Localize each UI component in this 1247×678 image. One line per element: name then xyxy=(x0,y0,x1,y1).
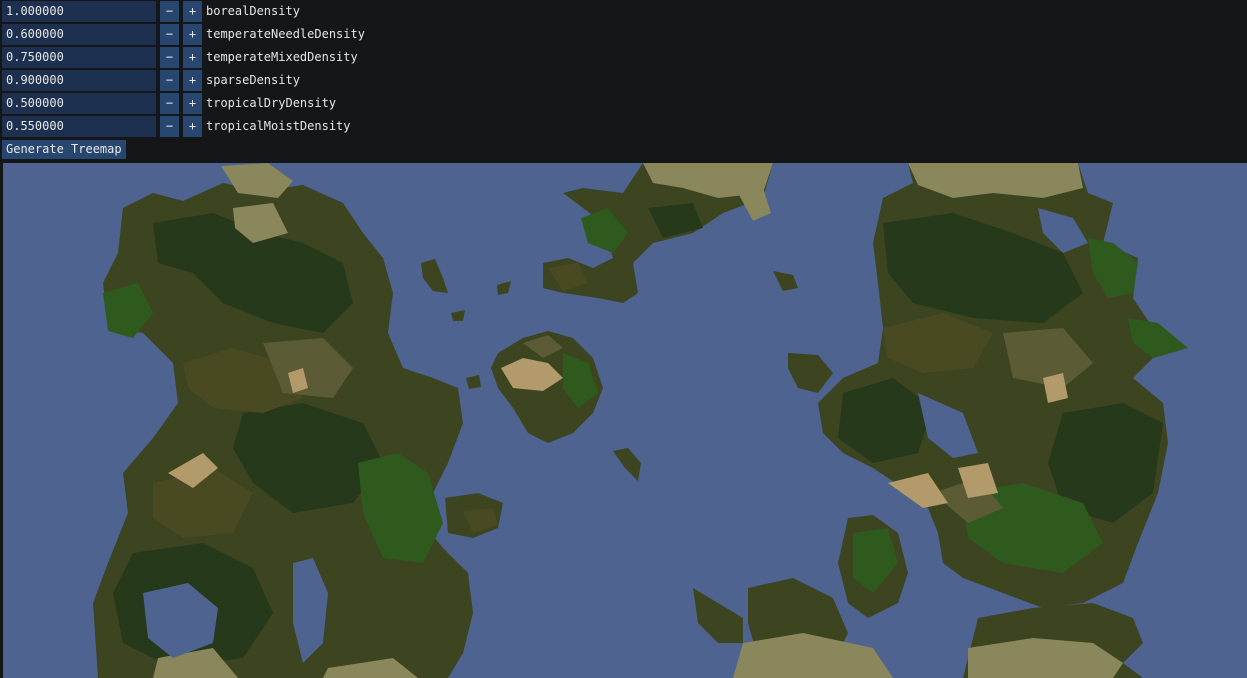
temperate-mixed-decrement-button[interactable]: − xyxy=(160,47,179,68)
boreal-decrement-button[interactable]: − xyxy=(160,1,179,22)
temperate-mixed-increment-button[interactable]: + xyxy=(183,47,202,68)
temperate-needle-density-label: temperateNeedleDensity xyxy=(206,27,365,41)
temperate-needle-decrement-button[interactable]: − xyxy=(160,24,179,45)
tropical-moist-density-label: tropicalMoistDensity xyxy=(206,119,351,133)
tropical-dry-increment-button[interactable]: + xyxy=(183,93,202,114)
sparse-density-input[interactable]: 0.900000 xyxy=(2,70,156,91)
sparse-increment-button[interactable]: + xyxy=(183,70,202,91)
tropical-moist-decrement-button[interactable]: − xyxy=(160,116,179,137)
boreal-increment-button[interactable]: + xyxy=(183,1,202,22)
tropical-moist-density-input[interactable]: 0.550000 xyxy=(2,116,156,137)
temperate-needle-increment-button[interactable]: + xyxy=(183,24,202,45)
temperate-needle-density-input[interactable]: 0.600000 xyxy=(2,24,156,45)
tropical-dry-density-input[interactable]: 0.500000 xyxy=(2,93,156,114)
tropical-moist-increment-button[interactable]: + xyxy=(183,116,202,137)
tropical-dry-decrement-button[interactable]: − xyxy=(160,93,179,114)
boreal-density-input[interactable]: 1.000000 xyxy=(2,1,156,22)
sparse-decrement-button[interactable]: − xyxy=(160,70,179,91)
temperate-mixed-density-input[interactable]: 0.750000 xyxy=(2,47,156,68)
boreal-density-label: borealDensity xyxy=(206,4,300,18)
tropical-dry-density-label: tropicalDryDensity xyxy=(206,96,337,110)
generate-treemap-button[interactable]: Generate Treemap xyxy=(2,140,126,159)
sparse-density-label: sparseDensity xyxy=(206,73,300,87)
treemap-preview-image xyxy=(3,163,1247,678)
temperate-mixed-density-label: temperateMixedDensity xyxy=(206,50,358,64)
